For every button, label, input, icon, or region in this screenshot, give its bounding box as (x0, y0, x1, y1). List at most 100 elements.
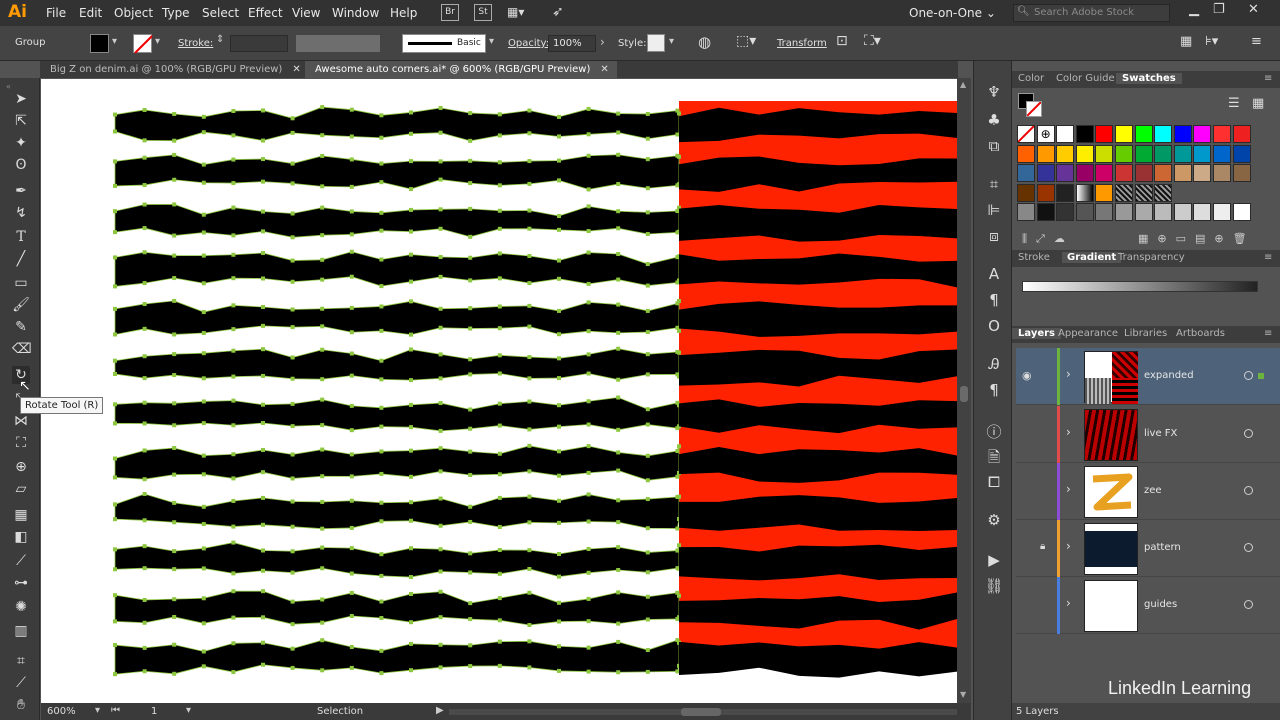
type-tool-icon[interactable]: T (12, 228, 30, 246)
anchor-point[interactable] (527, 623, 532, 628)
anchor-point[interactable] (320, 153, 325, 158)
anchor-point[interactable] (290, 325, 295, 330)
anchor-point[interactable] (201, 596, 206, 601)
color-swatch[interactable] (1193, 144, 1212, 163)
anchor-point[interactable] (231, 615, 236, 620)
anchor-point[interactable] (497, 304, 502, 309)
tab-libraries[interactable]: Libraries (1124, 328, 1167, 339)
anchor-point[interactable] (320, 233, 325, 238)
anchor-point[interactable] (409, 620, 413, 625)
anchor-point[interactable] (290, 279, 295, 284)
anchor-point[interactable] (201, 310, 206, 315)
artboard-dropdown-icon[interactable]: ▾ (186, 705, 191, 716)
layer-name[interactable]: guides (1144, 599, 1177, 610)
anchor-point[interactable] (261, 548, 265, 553)
anchor-point[interactable] (379, 616, 384, 621)
color-swatch[interactable] (1036, 203, 1055, 222)
anchor-point[interactable] (113, 129, 117, 134)
anchor-point[interactable] (645, 372, 650, 377)
anchor-point[interactable] (616, 226, 621, 231)
anchor-point[interactable] (586, 204, 591, 209)
anchor-point[interactable] (438, 306, 443, 311)
tab-color-guide[interactable]: Color Guide (1056, 73, 1115, 84)
anchor-point[interactable] (586, 470, 591, 475)
actions-play-icon[interactable]: ▶ (984, 551, 1004, 569)
opentype-icon[interactable]: O (984, 317, 1004, 335)
anchor-point[interactable] (438, 642, 443, 647)
wavy-band[interactable] (114, 639, 680, 675)
anchor-point[interactable] (142, 138, 147, 143)
anchor-point[interactable] (201, 162, 206, 167)
opacity-field[interactable]: 100% (548, 35, 596, 52)
anchor-point[interactable] (172, 298, 177, 303)
anchor-point[interactable] (290, 116, 295, 121)
close-icon[interactable]: ✕ (292, 64, 300, 75)
anchor-point[interactable] (527, 324, 532, 329)
anchor-point[interactable] (616, 302, 621, 307)
expanded-band[interactable] (679, 544, 957, 581)
anchor-point[interactable] (290, 376, 295, 381)
anchor-point[interactable] (527, 181, 532, 186)
anchor-point[interactable] (231, 452, 236, 457)
anchor-point[interactable] (320, 105, 325, 110)
anchor-point[interactable] (616, 130, 621, 135)
anchor-point[interactable] (142, 448, 147, 453)
tab-layers[interactable]: Layers (1012, 328, 1061, 339)
anchor-point[interactable] (409, 448, 413, 453)
anchor-point[interactable] (438, 376, 443, 381)
anchor-point[interactable] (497, 663, 502, 668)
anchor-point[interactable] (677, 328, 681, 333)
anchor-point[interactable] (201, 504, 206, 509)
anchor-point[interactable] (527, 639, 532, 644)
anchor-point[interactable] (468, 643, 473, 648)
anchor-point[interactable] (557, 473, 561, 478)
status-menu-icon[interactable]: ▶ (436, 705, 444, 716)
puppet-icon[interactable]: ♆ (984, 83, 1004, 101)
layer-name[interactable]: expanded (1144, 370, 1194, 381)
arrange-documents-icon[interactable]: ▦▾ (507, 5, 524, 19)
color-swatch[interactable] (1115, 183, 1133, 202)
anchor-point[interactable] (645, 210, 650, 215)
anchor-point[interactable] (379, 471, 384, 476)
anchor-point[interactable] (113, 619, 117, 624)
color-swatch[interactable] (1075, 125, 1094, 143)
wavy-band[interactable] (114, 397, 680, 432)
bridge-button[interactable]: Br (441, 4, 459, 21)
anchor-point[interactable] (409, 546, 413, 551)
color-swatch[interactable] (1056, 164, 1075, 183)
color-swatch[interactable] (1232, 144, 1251, 163)
free-transform-tool-icon[interactable]: ⛶ (12, 434, 30, 452)
anchor-point[interactable] (290, 355, 295, 360)
anchor-point[interactable] (497, 226, 502, 231)
color-swatch[interactable] (1017, 125, 1035, 143)
anchor-point[interactable] (142, 250, 147, 255)
anchor-point[interactable] (586, 132, 591, 137)
color-swatch[interactable] (1115, 203, 1133, 222)
anchor-point[interactable] (468, 181, 473, 186)
anchor-point[interactable] (409, 347, 413, 352)
isolate-group-icon[interactable]: ⊡ (836, 33, 848, 49)
anchor-point[interactable] (438, 352, 443, 357)
anchor-point[interactable] (438, 589, 443, 594)
anchor-point[interactable] (113, 372, 117, 377)
anchor-point[interactable] (201, 566, 206, 571)
menu-window[interactable]: Window (332, 6, 379, 20)
anchor-point[interactable] (557, 376, 561, 381)
lock-icon[interactable]: 🔒︎ (1040, 541, 1045, 552)
expanded-band[interactable] (679, 641, 957, 678)
anchor-point[interactable] (261, 615, 265, 620)
anchor-point[interactable] (586, 300, 591, 305)
anchor-point[interactable] (201, 114, 206, 119)
color-swatch[interactable] (1075, 144, 1094, 163)
tab-awesome-auto-corners[interactable]: Awesome auto corners.ai* @ 600% (RGB/GPU… (305, 61, 617, 78)
club-symbol-icon[interactable]: ♣ (984, 111, 1004, 129)
info-icon[interactable]: ⓘ (984, 421, 1004, 442)
anchor-point[interactable] (290, 258, 295, 263)
anchor-point[interactable] (113, 567, 117, 572)
anchor-point[interactable] (557, 308, 561, 313)
anchor-point[interactable] (320, 638, 325, 643)
magic-wand-tool-icon[interactable]: ✦ (12, 134, 30, 152)
anchor-point[interactable] (438, 159, 443, 164)
anchor-point[interactable] (142, 669, 147, 674)
anchor-point[interactable] (261, 209, 265, 214)
